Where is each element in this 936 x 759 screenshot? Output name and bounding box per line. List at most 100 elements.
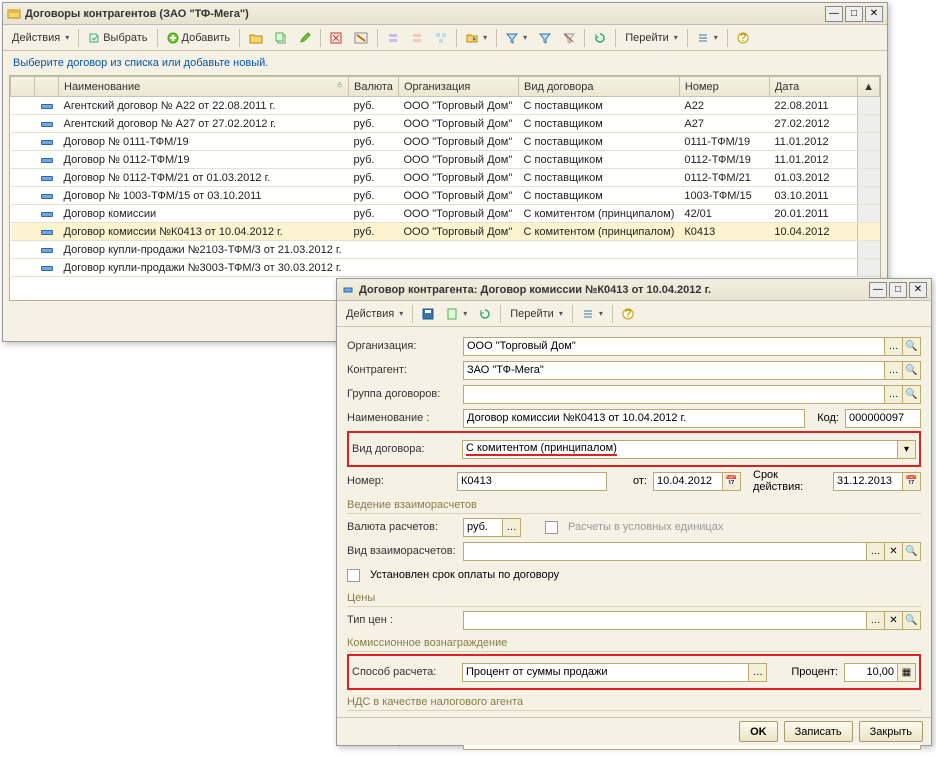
group-field[interactable] bbox=[463, 385, 885, 404]
refresh-icon[interactable] bbox=[589, 28, 611, 48]
table-row[interactable]: Договор № 0112-ТФМ/19руб.ООО "Торговый Д… bbox=[11, 151, 880, 169]
actions-menu[interactable]: Действия bbox=[341, 304, 408, 324]
table-row[interactable]: Договор купли-продажи №3003-ТФМ/3 от 30.… bbox=[11, 259, 880, 277]
filter1-icon[interactable] bbox=[501, 28, 532, 48]
label-kind2: Вид взаиморасчетов: bbox=[347, 545, 457, 557]
help-icon[interactable]: ? bbox=[732, 28, 754, 48]
kind-field[interactable]: С комитентом (принципалом) bbox=[462, 440, 898, 459]
goto-menu[interactable]: Перейти bbox=[620, 28, 683, 48]
filter-off-icon[interactable] bbox=[558, 28, 580, 48]
valid-field[interactable] bbox=[833, 472, 903, 491]
move-icon[interactable] bbox=[461, 28, 492, 48]
minimize-button[interactable]: — bbox=[825, 6, 843, 22]
contracts-grid[interactable]: Наименование≛ Валюта Организация Вид дог… bbox=[9, 75, 881, 301]
method-field[interactable] bbox=[462, 663, 749, 682]
table-row[interactable]: Агентский договор № А27 от 27.02.2012 г.… bbox=[11, 115, 880, 133]
pct-field[interactable] bbox=[844, 663, 898, 682]
minimize-button[interactable]: — bbox=[869, 282, 887, 298]
kind2-field[interactable] bbox=[463, 542, 867, 561]
maximize-button[interactable]: □ bbox=[845, 6, 863, 22]
table-row[interactable]: Договор комиссиируб.ООО "Торговый Дом"С … bbox=[11, 205, 880, 223]
lookup-button[interactable]: 🔍 bbox=[903, 542, 921, 561]
label-group: Группа договоров: bbox=[347, 388, 457, 400]
edit-icon[interactable] bbox=[294, 28, 316, 48]
toggle-icon[interactable] bbox=[349, 28, 373, 48]
clear-button[interactable]: ✕ bbox=[885, 611, 903, 630]
hier-up-icon[interactable] bbox=[382, 28, 404, 48]
cur-field[interactable] bbox=[463, 518, 503, 537]
label-contr: Контрагент: bbox=[347, 364, 457, 376]
win2-toolbar: Действия Перейти ? bbox=[337, 301, 931, 327]
report-icon[interactable] bbox=[441, 304, 472, 324]
table-row[interactable]: Договор № 0112-ТФМ/21 от 01.03.2012 г.ру… bbox=[11, 169, 880, 187]
ellipsis-button[interactable]: … bbox=[885, 385, 903, 404]
code-field[interactable] bbox=[845, 409, 921, 428]
ok-button[interactable]: OK bbox=[739, 721, 778, 742]
pay-checkbox[interactable] bbox=[347, 569, 360, 582]
ellipsis-button[interactable]: … bbox=[867, 542, 885, 561]
col-blank[interactable] bbox=[11, 77, 35, 97]
filter2-icon[interactable] bbox=[534, 28, 556, 48]
save-icon[interactable] bbox=[417, 304, 439, 324]
ellipsis-button[interactable]: … bbox=[885, 337, 903, 356]
close-button[interactable]: ✕ bbox=[909, 282, 927, 298]
col-num[interactable]: Номер bbox=[679, 77, 769, 97]
col-currency[interactable]: Валюта bbox=[349, 77, 399, 97]
save-button[interactable]: Записать bbox=[784, 721, 853, 742]
tree-icon[interactable] bbox=[430, 28, 452, 48]
list-mode-icon[interactable] bbox=[692, 28, 723, 48]
label-num: Номер: bbox=[347, 475, 451, 487]
hier-down-icon[interactable] bbox=[406, 28, 428, 48]
table-row[interactable]: Агентский договор № А22 от 22.08.2011 г.… bbox=[11, 97, 880, 115]
ellipsis-button[interactable]: … bbox=[749, 663, 767, 682]
ellipsis-button[interactable]: … bbox=[867, 611, 885, 630]
refresh-icon[interactable] bbox=[474, 304, 496, 324]
select-button[interactable]: Выбрать bbox=[83, 28, 152, 48]
goto-menu[interactable]: Перейти bbox=[505, 304, 568, 324]
col-org[interactable]: Организация bbox=[399, 77, 519, 97]
num-field[interactable] bbox=[457, 472, 607, 491]
copy-icon[interactable] bbox=[270, 28, 292, 48]
label-cond: Расчеты в условных единицах bbox=[568, 521, 723, 533]
ellipsis-button[interactable]: … bbox=[885, 361, 903, 380]
calc-icon[interactable]: ▦ bbox=[898, 663, 916, 682]
list-mode-icon[interactable] bbox=[577, 304, 608, 324]
table-row[interactable]: Договор купли-продажи №2103-ТФМ/3 от 21.… bbox=[11, 241, 880, 259]
table-row[interactable]: Договор комиссии №К0413 от 10.04.2012 г.… bbox=[11, 223, 880, 241]
add-button[interactable]: Добавить bbox=[162, 28, 236, 48]
label-name: Наименование : bbox=[347, 412, 457, 424]
clear-button[interactable]: ✕ bbox=[885, 542, 903, 561]
new-folder-icon[interactable] bbox=[244, 28, 268, 48]
label-pct: Процент: bbox=[791, 666, 838, 678]
close-button[interactable]: Закрыть bbox=[859, 721, 923, 742]
table-row[interactable]: Договор № 1003-ТФМ/15 от 03.10.2011руб.О… bbox=[11, 187, 880, 205]
delete-mark-icon[interactable] bbox=[325, 28, 347, 48]
actions-menu[interactable]: Действия bbox=[7, 28, 74, 48]
lookup-button[interactable]: 🔍 bbox=[903, 361, 921, 380]
contr-field[interactable] bbox=[463, 361, 885, 380]
from-field[interactable] bbox=[653, 472, 723, 491]
name-field[interactable] bbox=[463, 409, 805, 428]
calendar-icon[interactable]: 📅 bbox=[903, 472, 921, 491]
close-button[interactable]: ✕ bbox=[865, 6, 883, 22]
maximize-button[interactable]: □ bbox=[889, 282, 907, 298]
lookup-button[interactable]: 🔍 bbox=[903, 611, 921, 630]
label-code: Код: bbox=[811, 412, 839, 424]
calendar-icon[interactable]: 📅 bbox=[723, 472, 741, 491]
form-body: Организация: …🔍 Контрагент: …🔍 Группа до… bbox=[337, 327, 931, 759]
col-name[interactable]: Наименование≛ bbox=[59, 77, 349, 97]
col-icon[interactable] bbox=[35, 77, 59, 97]
dropdown-button[interactable]: ▾ bbox=[898, 440, 916, 459]
lookup-button[interactable]: 🔍 bbox=[903, 337, 921, 356]
cond-checkbox[interactable] bbox=[545, 521, 558, 534]
lookup-button[interactable]: 🔍 bbox=[903, 385, 921, 404]
col-kind[interactable]: Вид договора bbox=[519, 77, 680, 97]
ellipsis-button[interactable]: … bbox=[503, 518, 521, 537]
help-icon[interactable]: ? bbox=[617, 304, 639, 324]
section-commission: Комиссионное вознаграждение bbox=[347, 637, 921, 652]
org-field[interactable] bbox=[463, 337, 885, 356]
table-row[interactable]: Договор № 0111-ТФМ/19руб.ООО "Торговый Д… bbox=[11, 133, 880, 151]
section-vat: НДС в качестве налогового агента bbox=[347, 696, 921, 711]
ptype-field[interactable] bbox=[463, 611, 867, 630]
col-date[interactable]: Дата bbox=[769, 77, 857, 97]
